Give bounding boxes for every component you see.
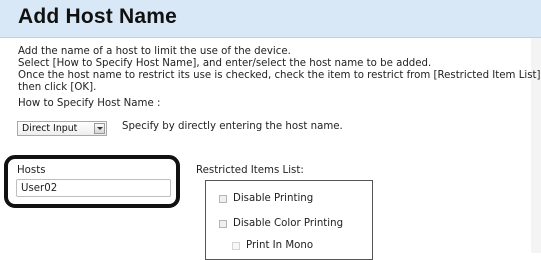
restricted-items-label: Restricted Items List: [196,165,304,176]
restricted-item-label: Print In Mono [246,240,314,251]
page-title: Add Host Name [18,5,177,28]
checkbox[interactable] [219,195,227,203]
hosts-input[interactable] [16,179,171,197]
specify-method-value: Direct Input [22,123,78,134]
checkbox[interactable] [219,220,227,228]
checkbox[interactable] [232,242,240,250]
description-line: Select [How to Specify Host Name], and e… [18,58,432,69]
specify-method-hint: Specify by directly entering the host na… [122,121,343,132]
title-bar: Add Host Name [0,0,541,38]
specify-method-label: How to Specify Host Name : [18,98,161,109]
restricted-item-label: Disable Color Printing [233,218,344,229]
chevron-down-icon[interactable] [94,123,105,134]
hosts-label: Hosts [17,165,46,176]
description-line: Add the name of a host to limit the use … [18,46,291,57]
restricted-items-list: Disable Printing Disable Color Printing … [205,180,373,260]
restricted-item-label: Disable Printing [233,193,314,204]
description-line: then click [OK]. [18,82,97,93]
specify-method-select[interactable]: Direct Input [17,121,107,136]
description-line: Once the host name to restrict its use i… [18,70,541,81]
